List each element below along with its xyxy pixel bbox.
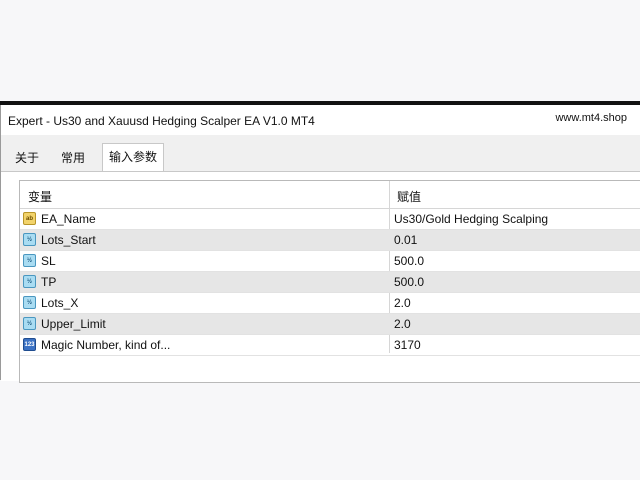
row-value[interactable]: 500.0	[394, 254, 424, 268]
row-name: SL	[41, 254, 56, 268]
double-type-icon: ½	[23, 317, 36, 330]
tab-panel: 变量 赋值 ab EA_Name Us30/Gold Hedging Scalp…	[1, 171, 640, 383]
column-header-value[interactable]: 赋值	[397, 188, 421, 205]
inputs-table: 变量 赋值 ab EA_Name Us30/Gold Hedging Scalp…	[19, 180, 640, 383]
table-row[interactable]: ½ SL 500.0	[20, 251, 640, 272]
window-title: Expert - Us30 and Xauusd Hedging Scalper…	[8, 114, 315, 128]
table-row[interactable]: 123 Magic Number, kind of... 3170	[20, 335, 640, 356]
row-value[interactable]: 0.01	[394, 233, 417, 247]
integer-type-icon: 123	[23, 338, 36, 351]
row-name: Lots_X	[41, 296, 79, 310]
row-name: Magic Number, kind of...	[41, 338, 171, 352]
row-name: Lots_Start	[41, 233, 96, 247]
column-header-variable[interactable]: 变量	[28, 188, 52, 205]
table-header: 变量 赋值	[20, 181, 640, 209]
row-value[interactable]: Us30/Gold Hedging Scalping	[394, 212, 548, 226]
double-type-icon: ½	[23, 233, 36, 246]
expert-properties-window: Expert - Us30 and Xauusd Hedging Scalper…	[0, 105, 640, 383]
row-name: EA_Name	[41, 212, 96, 226]
table-row[interactable]: ab EA_Name Us30/Gold Hedging Scalping	[20, 209, 640, 230]
double-type-icon: ½	[23, 254, 36, 267]
table-row[interactable]: ½ Lots_Start 0.01	[20, 230, 640, 251]
tab-common[interactable]: 常用	[55, 147, 91, 169]
row-value[interactable]: 500.0	[394, 275, 424, 289]
watermark-site: www.mt4.shop	[555, 112, 627, 124]
tab-inputs[interactable]: 输入参数	[102, 143, 165, 172]
row-value[interactable]: 2.0	[394, 296, 411, 310]
row-value[interactable]: 3170	[394, 338, 421, 352]
table-row[interactable]: ½ Lots_X 2.0	[20, 293, 640, 314]
tab-strip: 关于 常用 输入参数	[1, 143, 640, 172]
double-type-icon: ½	[23, 296, 36, 309]
string-type-icon: ab	[23, 212, 36, 225]
row-name: Upper_Limit	[41, 317, 106, 331]
table-row[interactable]: ½ Upper_Limit 2.0	[20, 314, 640, 335]
table-row[interactable]: ½ TP 500.0	[20, 272, 640, 293]
row-name: TP	[41, 275, 57, 289]
double-type-icon: ½	[23, 275, 36, 288]
tab-about[interactable]: 关于	[9, 147, 45, 169]
row-value[interactable]: 2.0	[394, 317, 411, 331]
title-bar: Expert - Us30 and Xauusd Hedging Scalper…	[1, 105, 640, 135]
